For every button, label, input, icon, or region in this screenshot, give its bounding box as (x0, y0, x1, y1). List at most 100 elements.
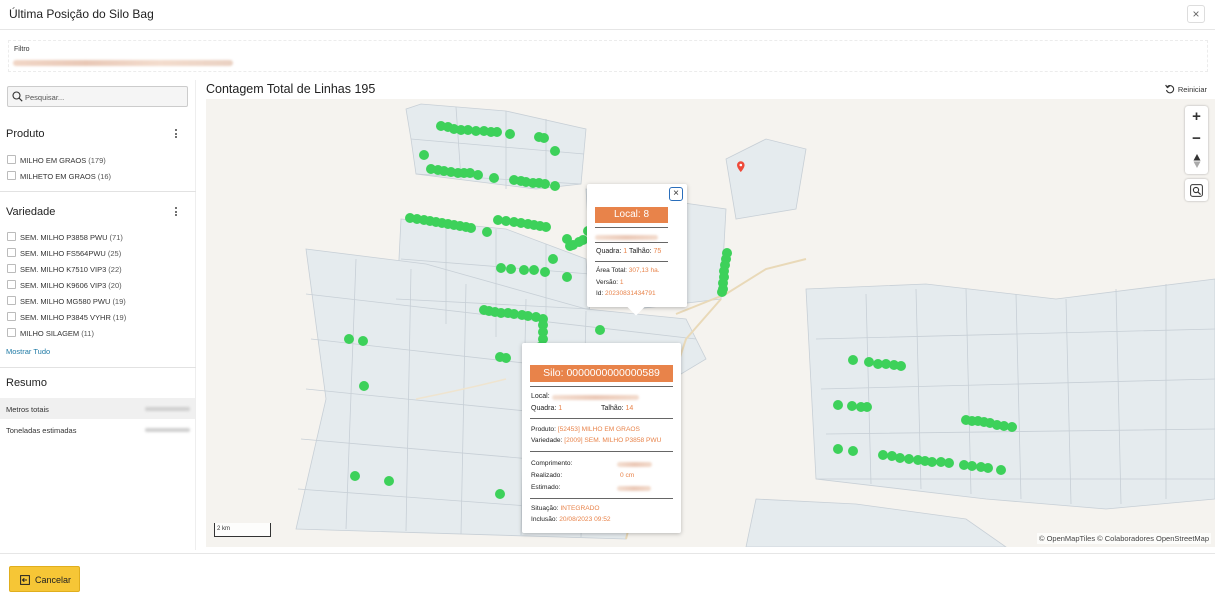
reset-button[interactable]: Reiniciar (1164, 84, 1207, 94)
locate-button[interactable] (1185, 179, 1208, 201)
silo-marker[interactable] (996, 465, 1006, 475)
zoom-controls: + − (1185, 106, 1208, 174)
silo-marker[interactable] (927, 457, 937, 467)
produto-more-icon[interactable] (174, 128, 178, 140)
silo-realizado: Realizado: (531, 472, 563, 479)
silo-marker[interactable] (833, 400, 843, 410)
silo-quadra: Quadra: 1 (531, 405, 563, 412)
silo-marker[interactable] (466, 223, 476, 233)
silo-marker[interactable] (541, 222, 551, 232)
checkbox[interactable] (7, 312, 16, 321)
search-input[interactable]: Pesquisar... (7, 86, 188, 107)
checkbox[interactable] (7, 232, 16, 241)
variedade-option[interactable]: SEM. MILHO P3858 PWU (71) (7, 232, 123, 244)
variedade-option[interactable]: MILHO SILAGEM (11) (7, 328, 94, 340)
silo-marker[interactable] (384, 476, 394, 486)
silo-marker[interactable] (904, 454, 914, 464)
silo-marker[interactable] (548, 254, 558, 264)
silo-popup: Silo: 0000000000000589 Local: Quadra: 1 … (522, 343, 681, 533)
redacted-value (617, 486, 651, 491)
show-all-link[interactable]: Mostrar Tudo (6, 347, 50, 356)
silo-marker[interactable] (506, 264, 516, 274)
silo-marker[interactable] (833, 444, 843, 454)
zoom-out-button[interactable]: − (1185, 128, 1208, 150)
map-attribution[interactable]: © OpenMapTiles © Colaboradores OpenStree… (1036, 533, 1211, 544)
search-location-icon (1190, 184, 1203, 197)
compass-button[interactable] (1185, 150, 1208, 172)
silo-marker[interactable] (717, 287, 727, 297)
silo-marker[interactable] (864, 357, 874, 367)
variedade-section-title: Variedade (6, 206, 56, 218)
checkbox[interactable] (7, 248, 16, 257)
silo-marker[interactable] (847, 401, 857, 411)
silo-marker[interactable] (539, 133, 549, 143)
silo-marker[interactable] (529, 265, 539, 275)
silo-produto: Produto: [52453] MILHO EM GRAOS (531, 426, 640, 433)
resumo-row: Toneladas estimadas (0, 419, 195, 440)
variedade-option[interactable]: SEM. MILHO MG580 PWU (19) (7, 296, 126, 308)
silo-marker[interactable] (878, 450, 888, 460)
silo-marker[interactable] (344, 334, 354, 344)
checkbox[interactable] (7, 280, 16, 289)
silo-talhao: Talhão: 14 (601, 405, 634, 412)
silo-marker[interactable] (489, 173, 499, 183)
silo-marker[interactable] (505, 129, 515, 139)
silo-marker[interactable] (1007, 422, 1017, 432)
silo-marker[interactable] (895, 453, 905, 463)
silo-marker[interactable] (550, 146, 560, 156)
dialog-footer: Cancelar (0, 553, 1215, 600)
silo-marker[interactable] (482, 227, 492, 237)
silo-realizado-value: 0 cm (620, 472, 635, 479)
local-popup: × Local: 8 Quadra: 1 Talhão: 75 Área Tot… (587, 184, 687, 316)
variedade-more-icon[interactable] (174, 206, 178, 218)
filter-panel[interactable]: Filtro (8, 40, 1208, 72)
checkbox[interactable] (7, 296, 16, 305)
search-icon (12, 91, 23, 102)
silo-marker[interactable] (896, 361, 906, 371)
silo-marker[interactable] (495, 489, 505, 499)
checkbox[interactable] (7, 155, 16, 164)
silo-marker[interactable] (519, 265, 529, 275)
silo-marker[interactable] (473, 170, 483, 180)
silo-marker[interactable] (358, 336, 368, 346)
versao: Versão: 1 (596, 279, 624, 286)
silo-marker[interactable] (565, 241, 575, 251)
produto-option[interactable]: MILHETO EM GRAOS (16) (7, 171, 111, 183)
silo-marker[interactable] (496, 263, 506, 273)
silo-marker[interactable] (562, 272, 572, 282)
map-scale: 2 km (214, 523, 271, 537)
silo-marker[interactable] (595, 325, 605, 335)
popup-close-button[interactable]: × (669, 187, 683, 201)
filter-label: Filtro (14, 46, 30, 53)
checkbox[interactable] (7, 328, 16, 337)
checkbox[interactable] (7, 264, 16, 273)
silo-marker[interactable] (492, 127, 502, 137)
silo-marker[interactable] (540, 267, 550, 277)
silo-marker[interactable] (848, 446, 858, 456)
variedade-option[interactable]: SEM. MILHO K7510 VIP3 (22) (7, 264, 122, 276)
silo-marker[interactable] (550, 181, 560, 191)
silo-local: Local: (531, 393, 550, 400)
map-view[interactable]: + − 2 km © OpenMapTiles © Colaboradores … (206, 99, 1215, 547)
variedade-option[interactable]: SEM. MILHO P3845 VYHR (19) (7, 312, 126, 324)
close-dialog-button[interactable]: × (1187, 5, 1205, 23)
cancel-button[interactable]: Cancelar (9, 566, 80, 592)
variedade-option[interactable]: SEM. MILHO K9606 VIP3 (20) (7, 280, 122, 292)
silo-marker[interactable] (540, 179, 550, 189)
silo-marker[interactable] (419, 150, 429, 160)
resumo-row: Metros totais (0, 398, 195, 419)
zoom-in-button[interactable]: + (1185, 106, 1208, 128)
exit-icon (20, 575, 30, 585)
silo-marker[interactable] (944, 458, 954, 468)
silo-marker[interactable] (983, 463, 993, 473)
silo-marker[interactable] (501, 353, 511, 363)
checkbox[interactable] (7, 171, 16, 180)
produto-option[interactable]: MILHO EM GRAOS (179) (7, 155, 106, 167)
silo-marker[interactable] (862, 402, 872, 412)
silo-marker[interactable] (848, 355, 858, 365)
silo-marker[interactable] (967, 461, 977, 471)
silo-marker[interactable] (359, 381, 369, 391)
variedade-option[interactable]: SEM. MILHO FS564PWU (25) (7, 248, 121, 260)
popup-silo-header: Silo: 0000000000000589 (530, 365, 673, 382)
silo-marker[interactable] (350, 471, 360, 481)
